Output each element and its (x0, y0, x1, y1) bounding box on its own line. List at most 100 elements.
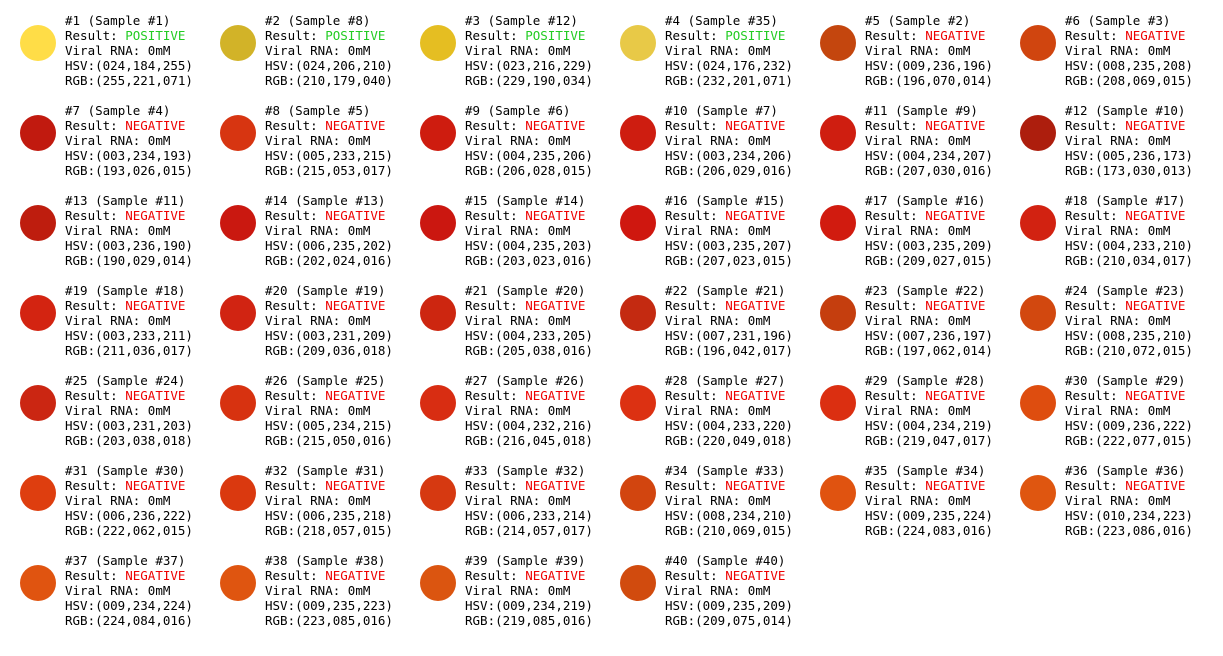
rgb-label: RGB: (865, 343, 896, 358)
result-value: NEGATIVE (325, 298, 386, 313)
hsv-value: (009,236,222) (1095, 418, 1193, 433)
sample-word: Sample (502, 463, 548, 478)
sample-info: #31 (Sample #30) Result: NEGATIVE Viral RN… (65, 463, 193, 538)
sample-info: #32 (Sample #31) Result: NEGATIVE Viral RN… (265, 463, 393, 538)
viral-rna-label: Viral RNA: (465, 223, 548, 238)
sample-info: #1 (Sample #1) Result: POSITIVE Viral RNA:… (65, 13, 193, 88)
sample-info: #38 (Sample #38) Result: NEGATIVE Viral RN… (265, 553, 393, 628)
sample-word: Sample (295, 103, 341, 118)
sample-number: #40 (755, 553, 778, 568)
sample-card: #40 (Sample #40) Result: NEGATIVE Viral RN… (600, 540, 800, 630)
hsv-label: HSV: (1065, 238, 1096, 253)
sample-card: #14 (Sample #13) Result: NEGATIVE Viral RN… (200, 180, 400, 270)
rgb-line: RGB:(207,023,015) (665, 253, 793, 268)
hsv-value: (009,235,224) (895, 508, 993, 523)
viral-rna-line: Viral RNA: 0mM (1065, 223, 1193, 238)
color-swatch (620, 565, 656, 601)
result-line: Result: NEGATIVE (865, 388, 993, 403)
sample-word: Sample (1102, 283, 1148, 298)
result-label: Result: (1065, 298, 1126, 313)
viral-rna-value: 0mM (747, 403, 771, 418)
hsv-line: HSV:(004,234,207) (865, 148, 993, 163)
sample-info: #15 (Sample #14) Result: NEGATIVE Viral RN… (465, 193, 593, 268)
sample-number: #15 (755, 193, 778, 208)
sample-id: #24 (1065, 283, 1088, 298)
hsv-value: (024,184,255) (95, 58, 193, 73)
rgb-line: RGB:(220,049,018) (665, 433, 793, 448)
sample-number: #6 (547, 103, 563, 118)
sample-info: #7 (Sample #4) Result: NEGATIVE Viral RNA:… (65, 103, 193, 178)
sample-id: #18 (1065, 193, 1088, 208)
rgb-line: RGB:(210,072,015) (1065, 343, 1193, 358)
sample-number: #19 (355, 283, 378, 298)
sample-card: #36 (Sample #36) Result: NEGATIVE Viral RN… (1000, 450, 1200, 540)
color-swatch (20, 115, 56, 151)
rgb-value: (196,070,014) (895, 73, 993, 88)
hsv-label: HSV: (265, 58, 296, 73)
viral-rna-label: Viral RNA: (465, 583, 548, 598)
viral-rna-label: Viral RNA: (65, 313, 148, 328)
result-label: Result: (265, 478, 326, 493)
sample-card: #13 (Sample #11) Result: NEGATIVE Viral RN… (0, 180, 200, 270)
hsv-value: (004,233,210) (1095, 238, 1193, 253)
result-value: NEGATIVE (125, 118, 186, 133)
sample-info: #25 (Sample #24) Result: NEGATIVE Viral RN… (65, 373, 193, 448)
hsv-value: (004,232,216) (495, 418, 593, 433)
hsv-line: HSV:(008,235,208) (1065, 58, 1193, 73)
rgb-value: (210,069,015) (695, 523, 793, 538)
result-value: NEGATIVE (525, 388, 586, 403)
viral-rna-value: 0mM (747, 133, 771, 148)
result-value: POSITIVE (725, 28, 786, 43)
rgb-label: RGB: (865, 433, 896, 448)
viral-rna-label: Viral RNA: (665, 313, 748, 328)
rgb-line: RGB:(222,062,015) (65, 523, 193, 538)
result-line: Result: NEGATIVE (665, 568, 793, 583)
viral-rna-line: Viral RNA: 0mM (865, 403, 993, 418)
viral-rna-value: 0mM (947, 493, 971, 508)
hsv-line: HSV:(010,234,223) (1065, 508, 1193, 523)
result-label: Result: (665, 208, 726, 223)
result-label: Result: (1065, 118, 1126, 133)
viral-rna-value: 0mM (147, 133, 171, 148)
result-label: Result: (265, 208, 326, 223)
rgb-label: RGB: (665, 523, 696, 538)
result-label: Result: (665, 568, 726, 583)
sample-id: #2 (265, 13, 281, 28)
sample-id: #26 (265, 373, 288, 388)
hsv-line: HSV:(007,236,197) (865, 328, 993, 343)
hsv-label: HSV: (865, 508, 896, 523)
sample-id: #14 (265, 193, 288, 208)
sample-title: #24 (Sample #23) (1065, 283, 1186, 298)
rgb-label: RGB: (65, 253, 96, 268)
sample-info: #21 (Sample #20) Result: NEGATIVE Viral RN… (465, 283, 593, 358)
rgb-value: (220,049,018) (695, 433, 793, 448)
result-value: NEGATIVE (925, 388, 986, 403)
result-label: Result: (465, 478, 526, 493)
rgb-value: (197,062,014) (895, 343, 993, 358)
hsv-line: HSV:(003,234,206) (665, 148, 793, 163)
rgb-line: RGB:(209,075,014) (665, 613, 793, 628)
result-label: Result: (465, 118, 526, 133)
result-value: POSITIVE (525, 28, 586, 43)
rgb-label: RGB: (1065, 343, 1096, 358)
result-line: Result: NEGATIVE (465, 568, 593, 583)
sample-info: #5 (Sample #2) Result: NEGATIVE Viral RNA:… (865, 13, 993, 88)
hsv-label: HSV: (65, 328, 96, 343)
result-line: Result: NEGATIVE (65, 388, 193, 403)
hsv-value: (008,235,210) (1095, 328, 1193, 343)
sample-card: #30 (Sample #29) Result: NEGATIVE Viral RN… (1000, 360, 1200, 450)
sample-number: #31 (355, 463, 378, 478)
hsv-value: (006,235,202) (295, 238, 393, 253)
sample-title: #4 (Sample #35) (665, 13, 778, 28)
sample-title: #9 (Sample #6) (465, 103, 571, 118)
hsv-line: HSV:(004,233,205) (465, 328, 593, 343)
viral-rna-value: 0mM (547, 43, 571, 58)
sample-number: #23 (1155, 283, 1178, 298)
rgb-value: (255,221,071) (95, 73, 193, 88)
viral-rna-value: 0mM (747, 223, 771, 238)
result-line: Result: NEGATIVE (265, 388, 393, 403)
sample-word: Sample (495, 13, 541, 28)
result-line: Result: POSITIVE (265, 28, 393, 43)
sample-word: Sample (102, 283, 148, 298)
rgb-value: (223,085,016) (295, 613, 393, 628)
